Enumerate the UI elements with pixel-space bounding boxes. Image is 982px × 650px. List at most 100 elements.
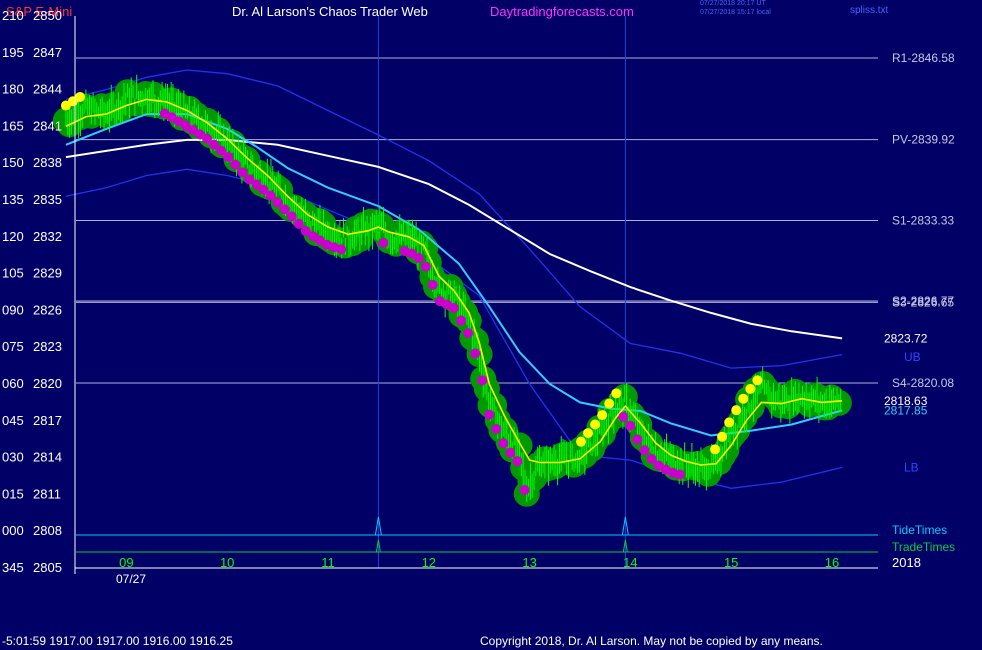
sell-dot [449, 302, 459, 313]
sell-dot [463, 328, 474, 339]
x-tick-label: 11 [321, 555, 335, 570]
y-tick-left: 060 [2, 376, 24, 391]
sell-dot [491, 423, 502, 434]
x-tick-label: 09 [119, 555, 133, 570]
sell-dot [470, 348, 481, 359]
sell-dot [512, 456, 523, 467]
price-chart: R1-2846.58PV-2839.92S1-2833.33S2-2826.77… [2, 8, 955, 586]
sell-dot [420, 261, 431, 272]
sell-dot [484, 409, 495, 420]
price-readout: -5:01:59 1917.00 1917.00 1916.00 1916.25 [2, 634, 233, 648]
sell-dot [618, 411, 629, 422]
buy-dot [75, 91, 86, 102]
sell-dot [456, 315, 467, 326]
y-tick-price: 2823 [33, 339, 62, 354]
sell-dot [505, 447, 516, 458]
y-tick-price: 2808 [33, 523, 62, 538]
sell-dot [674, 469, 685, 480]
y-tick-price: 2805 [33, 560, 62, 575]
y-tick-left: 165 [2, 118, 24, 133]
y-tick-left: 030 [2, 450, 24, 465]
sell-dot [279, 204, 290, 215]
y-tick-left: 045 [2, 413, 24, 428]
pivot-levels: R1-2846.58PV-2839.92S1-2833.33S2-2826.77… [76, 51, 955, 390]
y-tick-left: 000 [2, 523, 24, 538]
sell-dot [413, 253, 424, 264]
right-labels: 2823.72UB2818.632817.85LB [884, 331, 928, 474]
y-tick-left: 150 [2, 155, 24, 170]
right-value-label: 2823.72 [884, 331, 928, 345]
copyright-notice: Copyright 2018, Dr. Al Larson. May not b… [480, 634, 823, 648]
timing-label: TideTimes [892, 523, 947, 537]
x-tick-label: 12 [422, 555, 436, 570]
year-label: 2018 [892, 555, 921, 570]
y-tick-left: 210 [2, 8, 24, 23]
buy-dot [738, 393, 749, 404]
sell-dot [427, 279, 438, 290]
y-tick-left: 120 [2, 229, 24, 244]
sell-dot [519, 485, 530, 496]
timing-lines: TideTimes TradeTimes [76, 516, 955, 554]
buy-dot [731, 405, 742, 416]
y-tick-left: 135 [2, 192, 24, 207]
buy-dot [597, 410, 608, 421]
x-tick-label: 10 [220, 555, 234, 570]
y-tick-price: 2850 [33, 8, 62, 23]
sell-dot [293, 218, 304, 229]
sell-dot [336, 244, 347, 255]
x-tick-label: 13 [522, 555, 536, 570]
y-tick-left: 195 [2, 45, 24, 60]
x-tick-label: 15 [724, 555, 738, 570]
y-tick-price: 2835 [33, 192, 62, 207]
buy-dot [611, 388, 622, 399]
buy-dot [717, 431, 728, 442]
buy-dot [710, 444, 721, 455]
y-tick-price: 2820 [33, 376, 62, 391]
sell-dot [632, 434, 643, 445]
x-tick-label: 14 [623, 555, 637, 570]
x-tick-labels: 09 10 11 12 13 14 15 16 07/27 2018 [116, 555, 921, 586]
y-tick-price: 2841 [33, 118, 62, 133]
level-label: S3-2826.65 [892, 295, 954, 309]
y-tick-left: 075 [2, 339, 24, 354]
y-tick-left: 090 [2, 302, 24, 317]
y-tick-labels: 210 2850 195 2847 180 2844 165 2841 150 2838 135 28… [2, 8, 62, 575]
level-label: R1-2846.58 [892, 51, 955, 65]
sell-dot [230, 159, 241, 170]
sell-dot [378, 237, 389, 248]
y-tick-price: 2829 [33, 266, 62, 281]
date-label: 07/27 [116, 572, 146, 586]
y-tick-price: 2832 [33, 229, 62, 244]
y-tick-price: 2838 [33, 155, 62, 170]
sell-dot [286, 211, 297, 222]
right-value-label: 2817.85 [884, 403, 928, 417]
sell-dot [477, 375, 488, 386]
y-tick-left: 015 [2, 486, 24, 501]
y-tick-left: 180 [2, 82, 24, 97]
y-tick-price: 2817 [33, 413, 62, 428]
buy-dot [752, 375, 763, 386]
y-tick-price: 2811 [33, 486, 61, 501]
sell-dot [639, 445, 650, 456]
sell-dot [498, 438, 509, 449]
buy-dot [745, 383, 756, 394]
level-label: PV-2839.92 [892, 133, 955, 147]
sell-dot [625, 420, 636, 431]
buy-dot [583, 428, 594, 439]
y-tick-price: 2814 [33, 450, 62, 465]
level-label: S1-2833.33 [892, 213, 954, 227]
y-tick-price: 2826 [33, 302, 62, 317]
level-label: S4-2820.08 [892, 376, 954, 390]
right-value-label: UB [904, 350, 921, 364]
buy-dot [724, 417, 735, 428]
sell-dot [223, 151, 234, 162]
timing-label: TradeTimes [892, 540, 955, 554]
y-tick-price: 2847 [33, 45, 62, 60]
y-tick-price: 2844 [33, 82, 62, 97]
x-tick-label: 16 [825, 555, 839, 570]
y-tick-left: 345 [2, 560, 24, 575]
buy-dot [604, 398, 615, 409]
buy-dot [576, 436, 587, 447]
right-value-label: LB [904, 460, 919, 474]
y-tick-left: 105 [2, 266, 24, 281]
